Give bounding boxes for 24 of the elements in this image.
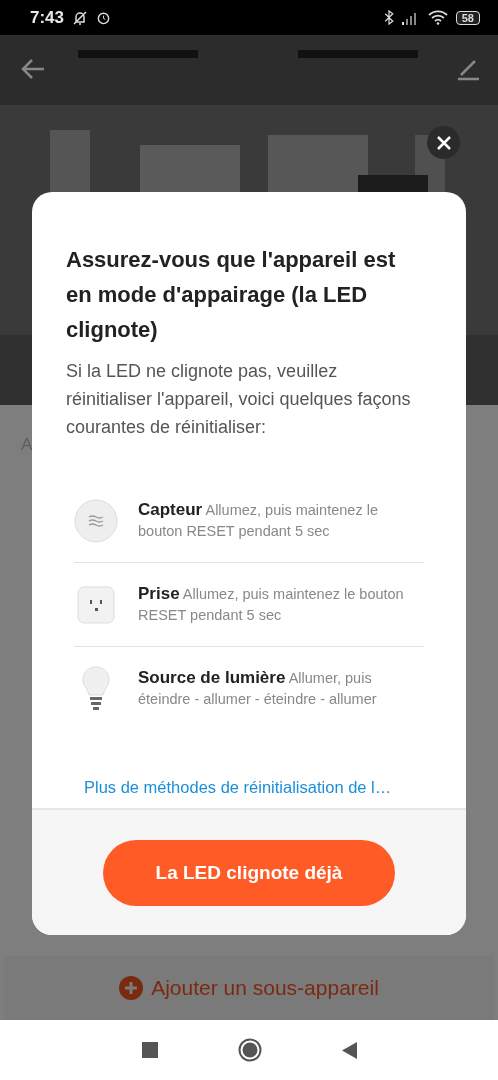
pencil-icon[interactable]	[456, 57, 480, 81]
add-sub-device-button[interactable]: Ajouter un sous-appareil	[4, 956, 494, 1020]
bluetooth-icon	[383, 10, 394, 25]
back-icon[interactable]	[20, 57, 46, 81]
reset-method-text: Prise Allumez, puis maintenez le bouton RESET pendant 5 sec	[138, 583, 405, 625]
recent-apps-icon[interactable]	[141, 1042, 158, 1058]
dialog-text: Si la LED ne clignote pas, veuillez réinitialiser l'appareil, voici quelques façons courantes de réinitialiser:	[66, 360, 412, 439]
light-bulb-icon	[81, 665, 111, 712]
reset-method-text: Source de lumière Allumer, puis éteindre - allumer - éteindre - allumer	[138, 667, 378, 709]
home-icon[interactable]	[237, 1038, 262, 1062]
close-icon	[435, 134, 452, 151]
socket-icon	[77, 585, 115, 624]
plus-icon	[119, 976, 144, 1000]
dialog-title: Assurez-vous que l'appareil est en mode d'appairage (la LED clignote)	[66, 246, 397, 344]
more-methods-link[interactable]: Plus de méthodes de réinitialisation de l…	[84, 778, 432, 797]
notifications-off-icon	[72, 9, 89, 26]
sensor-icon	[74, 498, 118, 543]
reset-method-text: Capteur Allumez, puis maintenez le bouton RESET pendant 5 sec	[138, 499, 379, 541]
wifi-icon	[427, 10, 448, 25]
clock-time: 7:43	[30, 7, 65, 28]
battery-level: 58	[455, 10, 480, 25]
back-icon[interactable]	[341, 1041, 357, 1059]
alarm-icon	[96, 10, 112, 25]
led-blinking-button[interactable]: La LED clignote déjà	[103, 839, 395, 906]
